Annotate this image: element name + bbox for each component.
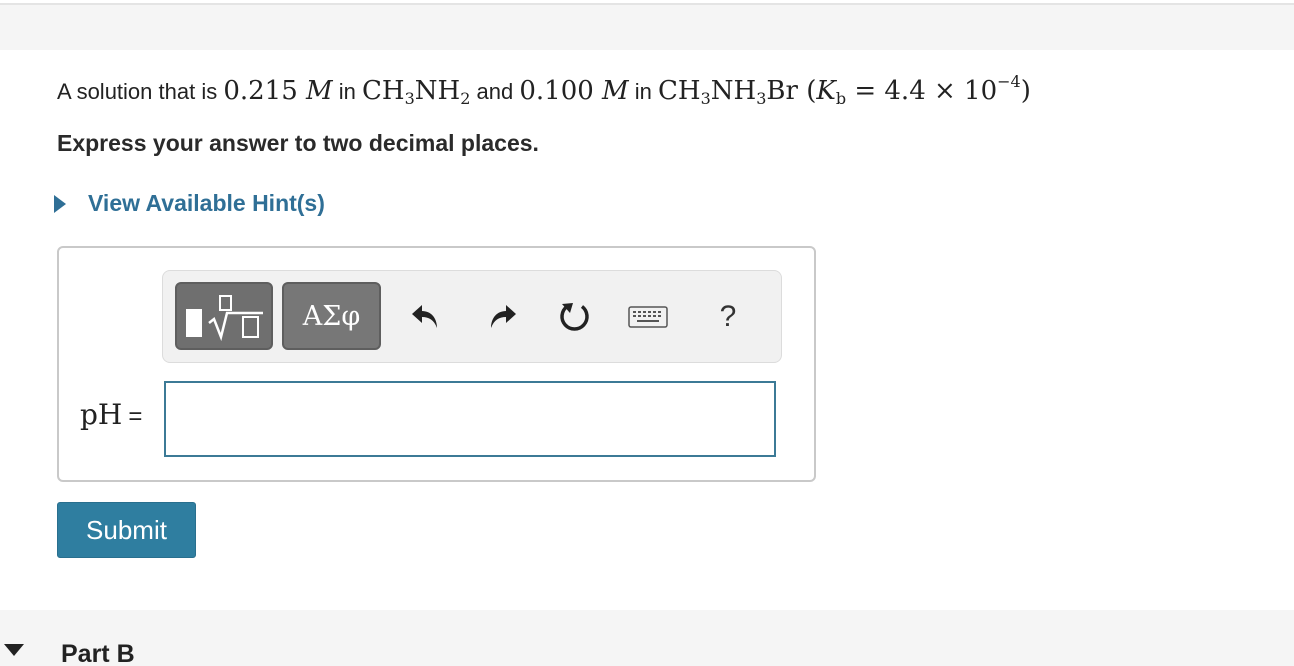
redo-icon[interactable] bbox=[483, 295, 523, 339]
view-hints-toggle[interactable]: View Available Hint(s) bbox=[54, 190, 325, 217]
top-band bbox=[0, 5, 1294, 50]
part-b-header bbox=[0, 610, 1294, 666]
question-text: A solution that is 0.215 M in CH3NH2 and… bbox=[57, 72, 1031, 108]
keyboard-icon[interactable] bbox=[628, 295, 668, 339]
templates-button[interactable] bbox=[175, 282, 273, 350]
ph-answer-input[interactable] bbox=[164, 381, 776, 457]
answer-box: ΑΣφ ? pH = bbox=[57, 246, 816, 482]
ph-label: pH = bbox=[80, 398, 143, 431]
view-hints-label[interactable]: View Available Hint(s) bbox=[88, 190, 325, 217]
help-button[interactable]: ? bbox=[708, 295, 748, 339]
math-toolbar: ΑΣφ ? bbox=[162, 270, 782, 363]
part-b-title[interactable]: Part B bbox=[61, 640, 135, 666]
greek-symbols-button[interactable]: ΑΣφ bbox=[282, 282, 381, 350]
undo-icon[interactable] bbox=[405, 295, 445, 339]
reset-icon[interactable] bbox=[555, 295, 595, 339]
answer-instruction: Express your answer to two decimal place… bbox=[57, 130, 539, 156]
submit-button[interactable]: Submit bbox=[57, 502, 196, 558]
caret-right-icon bbox=[54, 194, 66, 213]
templates-sqrt-icon bbox=[186, 295, 263, 342]
caret-down-icon[interactable] bbox=[4, 644, 24, 656]
